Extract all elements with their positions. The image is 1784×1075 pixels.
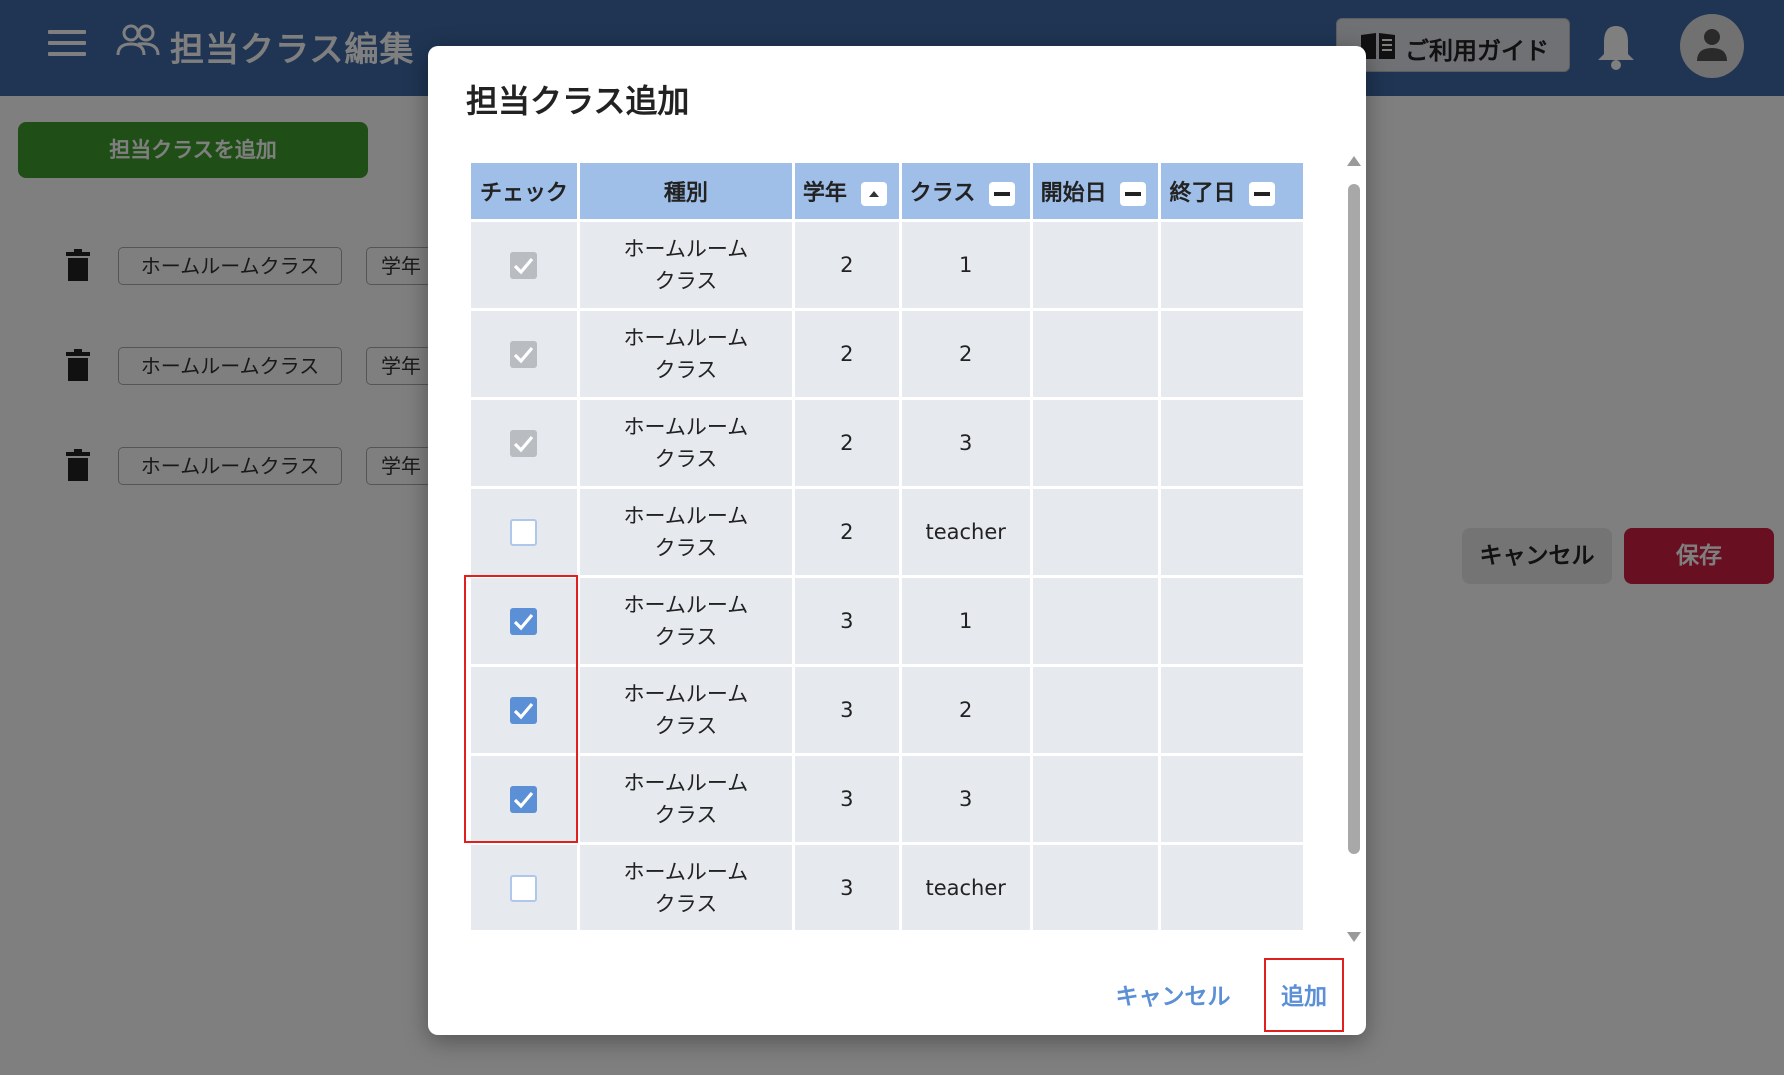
end-date-cell xyxy=(1161,578,1303,664)
column-header-start-date-label: 開始日 xyxy=(1040,181,1107,206)
add-class-dialog: 担当クラス追加 チェック 種別 学年 クラス 開始日 終了日 ホームルームクラス… xyxy=(428,46,1366,1035)
check-cell xyxy=(471,222,577,308)
class-cell: 1 xyxy=(901,222,1030,308)
scroll-up-icon[interactable] xyxy=(1347,156,1361,166)
start-date-cell xyxy=(1032,756,1159,842)
sort-none-icon[interactable] xyxy=(1249,182,1276,206)
grade-cell: 2 xyxy=(794,311,899,397)
grade-cell: 3 xyxy=(794,667,899,753)
grade-cell: 3 xyxy=(794,845,899,930)
check-cell xyxy=(471,489,577,575)
class-cell: 2 xyxy=(901,667,1030,753)
check-cell xyxy=(471,311,577,397)
column-header-grade-label: 学年 xyxy=(802,181,847,206)
dialog-cancel-button[interactable]: キャンセル xyxy=(1108,974,1238,1020)
end-date-cell xyxy=(1161,222,1303,308)
checkbox-unchecked[interactable] xyxy=(510,518,538,546)
column-header-class[interactable]: クラス xyxy=(901,163,1030,219)
check-icon xyxy=(514,435,534,452)
grade-cell: 3 xyxy=(794,756,899,842)
type-cell: ホームルームクラス xyxy=(579,845,792,930)
start-date-cell xyxy=(1032,578,1159,664)
column-header-start-date[interactable]: 開始日 xyxy=(1032,163,1159,219)
column-header-end-date-label: 終了日 xyxy=(1169,181,1236,206)
class-table: チェック 種別 学年 クラス 開始日 終了日 ホームルームクラス 2 1 ホーム… xyxy=(468,160,1306,930)
table-row: ホームルームクラス 2 teacher xyxy=(471,489,1303,575)
scroll-down-icon[interactable] xyxy=(1347,932,1361,942)
grade-cell: 3 xyxy=(794,578,899,664)
table-row: ホームルームクラス 2 3 xyxy=(471,400,1303,486)
end-date-cell xyxy=(1161,489,1303,575)
scrollbar-thumb[interactable] xyxy=(1348,184,1360,854)
grade-cell: 2 xyxy=(794,400,899,486)
check-cell xyxy=(471,845,577,930)
table-row: ホームルームクラス 3 teacher xyxy=(471,845,1303,930)
class-cell: 3 xyxy=(901,756,1030,842)
grade-cell: 2 xyxy=(794,222,899,308)
type-cell: ホームルームクラス xyxy=(579,222,792,308)
type-cell: ホームルームクラス xyxy=(579,489,792,575)
start-date-cell xyxy=(1032,400,1159,486)
end-date-cell xyxy=(1161,756,1303,842)
check-cell xyxy=(471,400,577,486)
checkbox-unchecked[interactable] xyxy=(510,874,538,902)
column-header-end-date[interactable]: 終了日 xyxy=(1161,163,1303,219)
sort-ascending-icon[interactable] xyxy=(860,182,887,206)
class-cell: 1 xyxy=(901,578,1030,664)
class-cell: 2 xyxy=(901,311,1030,397)
column-header-type: 種別 xyxy=(579,163,792,219)
checkbox-disabled-checked xyxy=(510,251,538,279)
class-cell: teacher xyxy=(901,845,1030,930)
checkbox-disabled-checked xyxy=(510,340,538,368)
add-button-highlight xyxy=(1264,958,1344,1032)
column-header-class-label: クラス xyxy=(909,181,976,206)
sort-none-icon[interactable] xyxy=(989,182,1016,206)
column-header-grade[interactable]: 学年 xyxy=(794,163,899,219)
table-row: ホームルームクラス 3 2 xyxy=(471,667,1303,753)
start-date-cell xyxy=(1032,667,1159,753)
end-date-cell xyxy=(1161,845,1303,930)
dialog-title: 担当クラス追加 xyxy=(466,82,690,120)
check-icon xyxy=(514,346,534,363)
start-date-cell xyxy=(1032,222,1159,308)
type-cell: ホームルームクラス xyxy=(579,578,792,664)
dialog-scrollbar[interactable] xyxy=(1344,150,1364,946)
check-icon xyxy=(514,257,534,274)
table-row: ホームルームクラス 3 1 xyxy=(471,578,1303,664)
class-cell: teacher xyxy=(901,489,1030,575)
end-date-cell xyxy=(1161,667,1303,753)
type-cell: ホームルームクラス xyxy=(579,400,792,486)
end-date-cell xyxy=(1161,400,1303,486)
class-table-container[interactable]: チェック 種別 学年 クラス 開始日 終了日 ホームルームクラス 2 1 ホーム… xyxy=(468,160,1306,930)
sort-none-icon[interactable] xyxy=(1120,182,1147,206)
type-cell: ホームルームクラス xyxy=(579,667,792,753)
start-date-cell xyxy=(1032,489,1159,575)
type-cell: ホームルームクラス xyxy=(579,756,792,842)
class-cell: 3 xyxy=(901,400,1030,486)
end-date-cell xyxy=(1161,311,1303,397)
grade-cell: 2 xyxy=(794,489,899,575)
checkbox-disabled-checked xyxy=(510,429,538,457)
type-cell: ホームルームクラス xyxy=(579,311,792,397)
selection-highlight xyxy=(464,575,578,843)
column-header-check: チェック xyxy=(471,163,577,219)
start-date-cell xyxy=(1032,311,1159,397)
table-row: ホームルームクラス 2 1 xyxy=(471,222,1303,308)
start-date-cell xyxy=(1032,845,1159,930)
table-row: ホームルームクラス 2 2 xyxy=(471,311,1303,397)
table-row: ホームルームクラス 3 3 xyxy=(471,756,1303,842)
